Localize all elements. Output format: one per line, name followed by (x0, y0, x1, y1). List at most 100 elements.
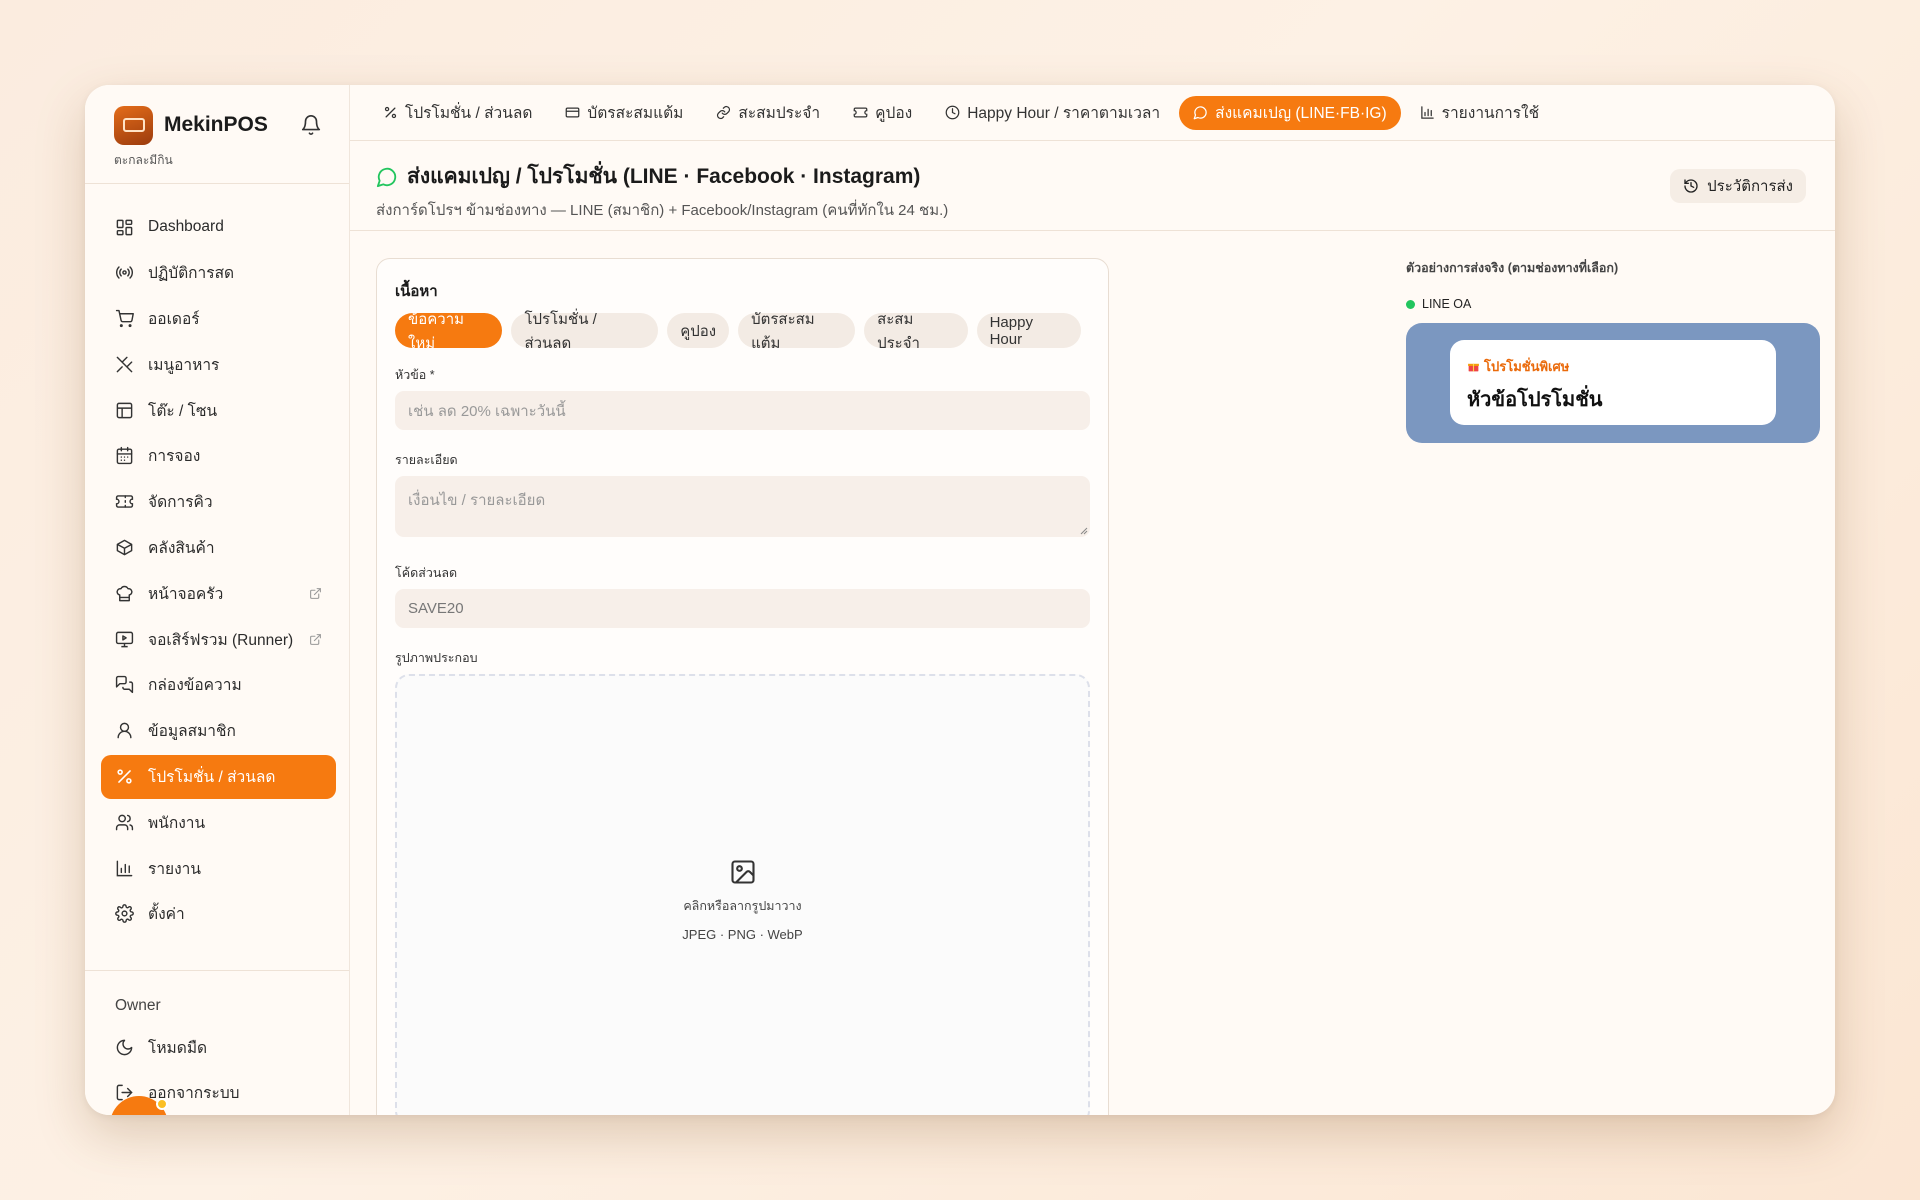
discount-code-input[interactable]: SAVE20 (395, 589, 1090, 628)
content-form-card: เนื้อหา ข้อความใหม่ โปรโมชั่น / ส่วนลด ค… (376, 258, 1109, 1115)
bar-chart-icon (1420, 106, 1434, 119)
tab-loyalty[interactable]: สะสมประจำ (702, 96, 834, 130)
dark-mode-toggle[interactable]: โหมดมืด (101, 1025, 336, 1069)
tab-label: รายงานการใช้ (1441, 105, 1540, 122)
preview-channel: LINE OA (1406, 297, 1820, 311)
dropzone-formats: JPEG · PNG · WebP (682, 926, 803, 942)
bar-chart-icon (116, 860, 133, 876)
gear-icon (115, 904, 134, 924)
sidebar-item-label: โปรโมชั่น / ส่วนลด (148, 769, 276, 787)
page-title-text: ส่งแคมเปญ / โปรโมชั่น (LINE · Facebook ·… (407, 165, 921, 188)
utensils-icon (116, 356, 133, 373)
percent-icon (384, 106, 397, 119)
table-icon (116, 402, 133, 419)
detail-placeholder: เงื่อนไข / รายละเอียด (408, 492, 546, 509)
sidebar-item-label: รายงาน (148, 860, 201, 878)
sidebar-item-staff[interactable]: พนักงาน (101, 800, 336, 844)
tab-promotions[interactable]: โปรโมชั่น / ส่วนลด (369, 96, 546, 130)
sidebar-item-promotions[interactable]: โปรโมชั่น / ส่วนลด (101, 754, 336, 799)
tab-coupon[interactable]: คูปอง (839, 96, 926, 130)
external-link-icon[interactable] (309, 587, 322, 600)
broadcast-icon (115, 266, 134, 280)
clock-icon (945, 105, 960, 120)
tab-label: คูปอง (875, 105, 913, 122)
sidebar-item-dashboard[interactable]: Dashboard (101, 205, 336, 249)
monitor-play-icon (115, 631, 134, 648)
brand-logo[interactable] (114, 105, 153, 145)
brand-name: MekinPOS (164, 113, 268, 136)
detail-textarea[interactable]: เงื่อนไข / รายละเอียด (395, 476, 1090, 537)
image-dropzone[interactable]: คลิกหรือลากรูปมาวาง JPEG · PNG · WebP (395, 674, 1090, 1115)
preview-title: ตัวอย่างการส่งจริง (ตามช่องทางที่เลือก) (1406, 261, 1619, 275)
chef-hat-icon (116, 585, 133, 602)
users-icon (115, 814, 134, 831)
ticket-icon (115, 495, 134, 509)
bell-icon[interactable] (300, 114, 322, 136)
chip-new-message[interactable]: ข้อความใหม่ (395, 311, 503, 352)
percent-icon (117, 769, 132, 784)
status-dot (1406, 299, 1415, 309)
image-label: รูปภาพประกอบ (395, 651, 478, 665)
tab-send-campaign[interactable]: ส่งแคมเปญ (LINE·FB·IG) (1179, 95, 1401, 130)
sidebar-item-runner[interactable]: จอเสิร์ฟรวม (Runner) (101, 617, 336, 661)
sidebar-item-members[interactable]: ข้อมูลสมาชิก (101, 709, 336, 753)
sidebar-item-label: จัดการคิว (148, 494, 213, 512)
send-history-button[interactable]: ประวัติการส่ง (1670, 169, 1806, 203)
sidebar-item-tables[interactable]: โต๊ะ / โซน (101, 388, 336, 432)
chip-stamp-card[interactable]: บัตรสะสมแต้ม (738, 311, 856, 352)
sidebar-item-queue[interactable]: จัดการคิว (101, 480, 336, 524)
resize-handle-icon[interactable] (1080, 527, 1088, 535)
ticket-icon (853, 107, 868, 118)
messages-icon (115, 676, 134, 694)
tab-label: โปรโมชั่น / ส่วนลด (405, 105, 533, 122)
sidebar-item-label: จอเสิร์ฟรวม (Runner) (148, 631, 294, 649)
calendar-icon (116, 447, 133, 465)
moon-icon (116, 1039, 133, 1055)
tab-stamp-card[interactable]: บัตรสะสมแต้ม (551, 96, 697, 130)
package-icon (116, 539, 133, 556)
credit-card-icon (566, 107, 580, 118)
promo-tag-text: โปรโมชั่นพิเศษ (1484, 359, 1570, 374)
sidebar-item-reports[interactable]: รายงาน (101, 846, 336, 890)
chip-happy-hour[interactable]: Happy Hour (976, 313, 1082, 348)
page-subtitle: ส่งการ์ดโปรฯ ข้ามช่องทาง — LINE (สมาชิก)… (376, 202, 949, 219)
promo-headline: หัวข้อโปรโมชั่น (1467, 389, 1603, 411)
chip-promotion[interactable]: โปรโมชั่น / ส่วนลด (511, 311, 659, 352)
code-label: โค้ดส่วนลด (395, 566, 458, 580)
sidebar-item-inbox[interactable]: กล่องข้อความ (101, 663, 336, 707)
link-icon (717, 105, 731, 120)
dark-mode-label: โหมดมืด (148, 1039, 208, 1057)
sidebar-item-reservations[interactable]: การจอง (101, 434, 336, 478)
chip-loyalty[interactable]: สะสมประจำ (864, 311, 968, 352)
promo-tag: โปรโมชั่นพิเศษ (1467, 356, 1759, 377)
title-input[interactable]: เช่น ลด 20% เฉพาะวันนี้ (395, 391, 1090, 430)
sidebar-item-orders[interactable]: ออเดอร์ (101, 297, 336, 341)
message-circle-icon (1193, 106, 1207, 120)
sidebar-item-settings[interactable]: ตั้งค่า (101, 892, 336, 936)
sidebar-item-label: ออเดอร์ (148, 311, 200, 329)
sidebar: MekinPOS ตะกละมีกิน Dashboard ปฏิบัติการ… (85, 85, 350, 1115)
dropzone-text: คลิกหรือลากรูปมาวาง (683, 898, 802, 913)
sidebar-item-label: กล่องข้อความ (148, 677, 242, 695)
sidebar-item-label: Dashboard (148, 218, 224, 235)
brand-subtitle: ตะกละมีกิน (114, 153, 173, 167)
chip-coupon[interactable]: คูปอง (667, 313, 730, 348)
sidebar-item-label: เมนูอาหาร (148, 356, 220, 374)
image-icon (730, 859, 755, 884)
tab-happy-hour[interactable]: Happy Hour / ราคาตามเวลา (931, 96, 1174, 130)
notification-dot (156, 1098, 168, 1110)
title-label: หัวข้อ * (395, 368, 435, 382)
channel-name: LINE OA (1422, 297, 1472, 311)
tab-usage-report[interactable]: รายงานการใช้ (1406, 96, 1553, 130)
history-button-label: ประวัติการส่ง (1707, 178, 1793, 195)
sidebar-footer: Owner โหมดมืด ออกจากระบบ (85, 970, 349, 1115)
promo-tabs: โปรโมชั่น / ส่วนลด บัตรสะสมแต้ม สะสมประจ… (350, 85, 1835, 141)
sidebar-item-live-ops[interactable]: ปฏิบัติการสด (101, 251, 336, 295)
sidebar-item-kitchen[interactable]: หน้าจอครัว (101, 571, 336, 615)
external-link-icon[interactable] (309, 633, 322, 646)
sidebar-item-label: พนักงาน (148, 814, 206, 832)
sidebar-item-inventory[interactable]: คลังสินค้า (101, 526, 336, 570)
tab-label: Happy Hour / ราคาตามเวลา (967, 105, 1161, 122)
sidebar-item-menu[interactable]: เมนูอาหาร (101, 342, 336, 386)
page-header: ส่งแคมเปญ / โปรโมชั่น (LINE · Facebook ·… (350, 141, 1835, 231)
